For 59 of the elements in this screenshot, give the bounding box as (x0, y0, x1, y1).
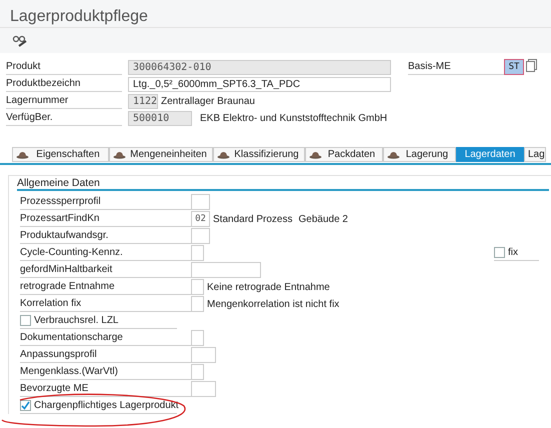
hat-icon (309, 150, 322, 158)
field-description: Keine retrograde Entnahme (207, 280, 330, 294)
checkbox-label: Verbrauchsrel. LZL (34, 314, 118, 328)
field-label: ProzessartFindKn (20, 211, 191, 227)
field-description: Zentrallager Braunau (161, 94, 255, 108)
field-label: Anpassungsprofil (20, 347, 191, 363)
tab[interactable]: Lag (524, 147, 546, 162)
checkbox[interactable] (20, 400, 31, 411)
input-field[interactable]: 02 (191, 211, 210, 227)
tab[interactable]: Klassifizierung (213, 147, 305, 162)
field-label: Lagernummer (6, 93, 122, 109)
field-description: Mengenkorrelation ist nicht fix (207, 298, 340, 312)
input-field[interactable]: 500010 (128, 110, 192, 126)
checkbox[interactable] (20, 315, 31, 326)
input-field[interactable] (191, 279, 204, 295)
input-field[interactable] (191, 347, 216, 363)
glasses-pencil-icon[interactable] (12, 34, 28, 48)
field-label: Prozesssperrprofil (20, 194, 191, 210)
field-description: EKB Elektro- und Kunststofftechnik GmbH (200, 112, 388, 126)
field-label: Produktaufwandsgr. (20, 228, 191, 244)
tab[interactable]: Lagerdaten (456, 147, 524, 162)
field-label: retrograde Entnahme (20, 279, 191, 295)
field-label: Produkt (6, 59, 122, 75)
input-field[interactable]: 1122 (128, 94, 158, 108)
input-field[interactable] (191, 296, 204, 312)
hat-icon (16, 150, 29, 158)
field-label: Bevorzugte ME (20, 381, 191, 397)
input-field[interactable] (191, 228, 210, 244)
tab[interactable]: Packdaten (305, 147, 383, 162)
input-field[interactable]: Ltg._0,5²_6000mm_SPT6.3_TA_PDC (128, 76, 391, 92)
input-field[interactable] (191, 194, 210, 210)
input-field[interactable] (191, 245, 204, 261)
input-field[interactable]: ST (504, 59, 524, 75)
tab[interactable]: Lagerung (383, 147, 456, 162)
field-label: Produktbezeichn (6, 76, 122, 92)
field-label: Dokumentationscharge (20, 330, 191, 346)
field-label: gefordMinHaltbarkeit (20, 262, 191, 278)
input-field[interactable]: 300064302-010 (128, 60, 391, 74)
field-label: Mengenklass.(WarVtl) (20, 364, 191, 380)
tab[interactable]: Mengeneinheiten (109, 147, 213, 162)
hat-icon (217, 150, 230, 158)
field-label: VerfügBer. (6, 110, 122, 126)
hat-icon (113, 150, 126, 158)
input-field[interactable] (191, 262, 261, 278)
input-field[interactable] (191, 381, 216, 397)
section-title: Allgemeine Daten (17, 176, 549, 191)
field-label: Korrelation fix (20, 296, 191, 312)
tab[interactable]: Eigenschaften (12, 147, 109, 162)
checkbox[interactable] (494, 247, 505, 258)
checkbox-label: fix (508, 246, 518, 260)
field-description: Gebäude 2 (298, 212, 348, 226)
field-label: Cycle-Counting-Kennz. (20, 245, 191, 261)
checkbox-label: Chargenpflichtiges Lagerprodukt (34, 399, 179, 413)
field-description: Standard Prozess (213, 212, 292, 226)
input-field[interactable] (191, 364, 204, 380)
input-field[interactable] (191, 330, 204, 346)
copy-icon[interactable] (526, 59, 537, 72)
hat-icon (387, 150, 400, 158)
window-title: Lagerproduktpflege (9, 7, 149, 27)
